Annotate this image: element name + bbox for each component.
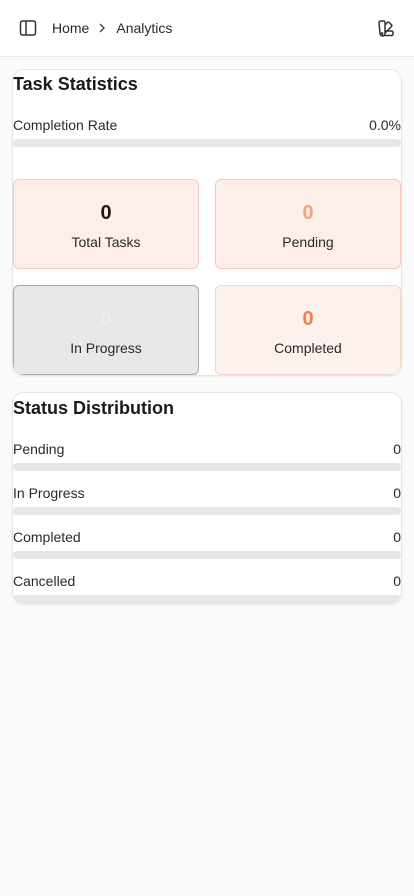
completion-rate-label: Completion Rate bbox=[13, 117, 118, 133]
status-label-completed: Completed bbox=[13, 529, 81, 545]
completion-rate-value: 0.0% bbox=[369, 117, 401, 133]
status-bar-completed bbox=[13, 551, 401, 559]
stat-count: 0 bbox=[100, 202, 112, 224]
card-title: Status Distribution bbox=[13, 398, 174, 418]
stat-tile-completed: 0 Completed bbox=[215, 285, 401, 375]
stat-tile-in-progress: 0 In Progress bbox=[13, 285, 199, 375]
stat-tile-pending: 0 Pending bbox=[215, 179, 401, 269]
status-label-pending: Pending bbox=[13, 441, 65, 457]
task-statistics-card: Task Statistics Completion Rate 0.0% 0 T… bbox=[12, 69, 402, 376]
top-bar: Home Analytics bbox=[0, 0, 414, 57]
status-bar-pending bbox=[13, 463, 401, 471]
status-value-in-progress: 0 bbox=[393, 485, 401, 501]
stat-count: 0 bbox=[100, 308, 112, 330]
stat-label: Completed bbox=[274, 340, 342, 356]
stat-label: Total Tasks bbox=[71, 234, 141, 250]
chevron-right-icon bbox=[98, 23, 106, 33]
status-label-in-progress: In Progress bbox=[13, 485, 85, 501]
status-value-pending: 0 bbox=[393, 441, 401, 457]
card-title: Task Statistics bbox=[13, 74, 138, 94]
status-value-cancelled: 0 bbox=[393, 573, 401, 589]
stat-count: 0 bbox=[302, 202, 314, 224]
stat-count: 0 bbox=[302, 308, 314, 330]
theme-palette-icon[interactable] bbox=[376, 18, 396, 38]
stat-label: In Progress bbox=[70, 340, 142, 356]
stat-label: Pending bbox=[282, 234, 334, 250]
status-bar-cancelled bbox=[13, 595, 401, 603]
breadcrumb: Home Analytics bbox=[52, 19, 172, 37]
completion-rate-bar bbox=[13, 139, 401, 147]
sidebar-panel-icon[interactable] bbox=[18, 18, 38, 38]
status-bar-in-progress bbox=[13, 507, 401, 515]
stat-tile-total-tasks: 0 Total Tasks bbox=[13, 179, 199, 269]
status-distribution-card: Status Distribution Pending 0 In Progres… bbox=[12, 392, 402, 604]
breadcrumb-current: Analytics bbox=[116, 20, 173, 36]
breadcrumb-home[interactable]: Home bbox=[52, 20, 89, 36]
status-value-completed: 0 bbox=[393, 529, 401, 545]
status-label-cancelled: Cancelled bbox=[13, 573, 76, 589]
